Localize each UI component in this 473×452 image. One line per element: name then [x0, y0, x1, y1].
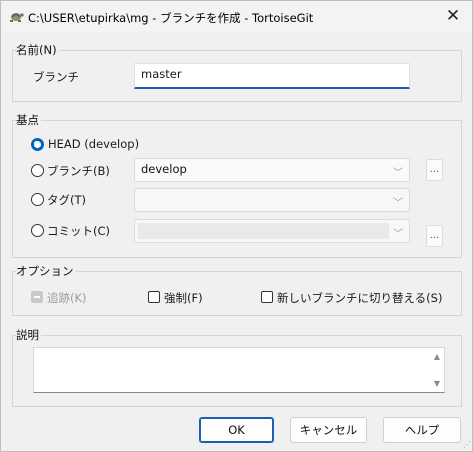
- commit-select-inner: [138, 223, 389, 239]
- branch-name-value: master: [141, 67, 182, 81]
- branch-browse-button[interactable]: ...: [426, 159, 443, 181]
- radio-head-label[interactable]: HEAD (develop): [48, 137, 139, 151]
- force-checkbox[interactable]: [148, 291, 160, 303]
- commit-select[interactable]: ﹀: [134, 219, 410, 243]
- force-checkbox-label[interactable]: 強制(F): [164, 290, 203, 306]
- radio-commit[interactable]: [31, 224, 44, 237]
- chevron-down-icon: ﹀: [393, 229, 403, 240]
- cancel-button[interactable]: キャンセル: [290, 417, 367, 443]
- track-checkbox[interactable]: [31, 291, 43, 303]
- base-group-label: 基点: [16, 112, 41, 128]
- description-textarea[interactable]: ▲ ▼: [33, 347, 445, 393]
- radio-commit-label[interactable]: コミット(C): [47, 223, 110, 239]
- title-bar: C:\USER\etupirka\mg - ブランチを作成 - Tortoise…: [1, 1, 472, 32]
- branch-name-label: ブランチ: [33, 70, 79, 84]
- radio-branch[interactable]: [31, 164, 44, 177]
- radio-tag[interactable]: [31, 193, 44, 206]
- help-button[interactable]: ヘルプ: [383, 417, 461, 443]
- switch-branch-checkbox-label[interactable]: 新しいブランチに切り替える(S): [277, 290, 442, 306]
- branch-name-input[interactable]: master: [134, 63, 410, 89]
- commit-browse-button[interactable]: ...: [426, 225, 443, 247]
- radio-branch-label[interactable]: ブランチ(B): [47, 163, 110, 179]
- tag-select[interactable]: ﹀: [134, 188, 410, 212]
- scroll-up-icon[interactable]: ▲: [434, 352, 440, 361]
- description-group-label: 説明: [16, 327, 41, 343]
- ok-button[interactable]: OK: [199, 417, 274, 443]
- radio-head[interactable]: [31, 138, 44, 151]
- create-branch-dialog: C:\USER\etupirka\mg - ブランチを作成 - Tortoise…: [0, 0, 473, 452]
- tortoisegit-icon: [9, 10, 24, 23]
- window-title: C:\USER\etupirka\mg - ブランチを作成 - Tortoise…: [28, 11, 314, 25]
- resize-grip-icon[interactable]: ⋰: [463, 440, 471, 449]
- chevron-down-icon: ﹀: [393, 168, 403, 179]
- branch-select-value: develop: [141, 162, 187, 176]
- name-group-label: 名前(N): [16, 42, 59, 58]
- chevron-down-icon: ﹀: [393, 198, 403, 209]
- radio-tag-label[interactable]: タグ(T): [47, 192, 86, 208]
- close-icon[interactable]: ✕: [442, 5, 464, 27]
- scroll-down-icon[interactable]: ▼: [434, 379, 440, 388]
- options-group-label: オプション: [16, 263, 76, 279]
- branch-select[interactable]: develop ﹀: [134, 158, 410, 182]
- track-checkbox-label[interactable]: 追跡(K): [47, 290, 87, 306]
- switch-branch-checkbox[interactable]: [261, 291, 273, 303]
